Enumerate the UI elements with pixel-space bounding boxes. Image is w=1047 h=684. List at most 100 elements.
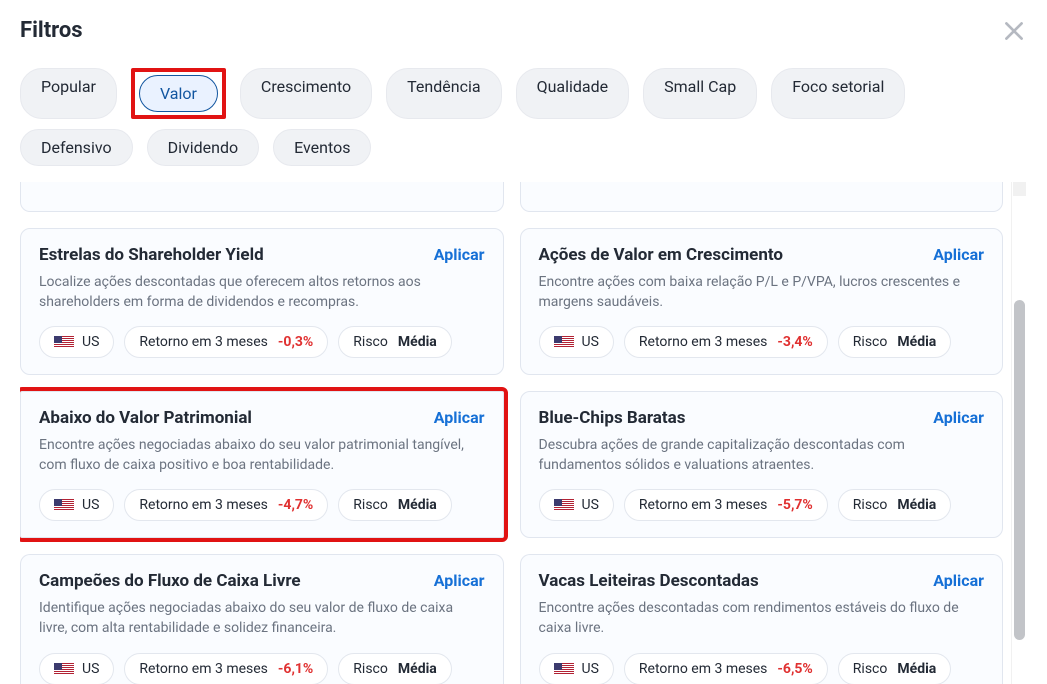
return-value: -4,7% (278, 497, 313, 513)
card-description: Localize ações descontadas que oferecem … (39, 273, 485, 312)
risk-value: Média (897, 661, 936, 677)
card-chips: US Retorno em 3 meses -5,7% Risco Média (539, 489, 985, 521)
card-chips: US Retorno em 3 meses -6,1% Risco Média (39, 653, 485, 684)
region-label: US (582, 497, 599, 513)
region-chip[interactable]: US (39, 653, 114, 684)
return-chip[interactable]: Retorno em 3 meses -3,4% (624, 326, 828, 358)
card-description: Encontre ações negociadas abaixo do seu … (39, 436, 485, 475)
tab-defensivo[interactable]: Defensivo (20, 129, 133, 166)
risk-value: Média (897, 497, 936, 513)
risk-label: Risco (353, 497, 388, 513)
return-chip[interactable]: Retorno em 3 meses -4,7% (124, 489, 328, 521)
filter-card: Blue-Chips Baratas Aplicar Descubra ações … (520, 391, 1004, 538)
return-label: Retorno em 3 meses (639, 334, 768, 350)
region-label: US (582, 661, 599, 677)
risk-chip[interactable]: Risco Média (338, 489, 451, 521)
region-label: US (582, 334, 599, 350)
filter-tabs: Popular Valor Crescimento Tendência Qualidad… (20, 68, 1027, 166)
return-chip[interactable]: Retorno em 3 meses -5,7% (624, 489, 828, 521)
tab-crescimento[interactable]: Crescimento (240, 68, 372, 119)
card-title: Blue-Chips Baratas (539, 408, 686, 428)
region-label: US (82, 497, 99, 513)
region-chip[interactable]: US (539, 326, 614, 358)
return-value: -5,7% (777, 497, 812, 513)
risk-label: Risco (353, 334, 388, 350)
filter-card: Campeões do Fluxo de Caixa Livre Aplicar I… (20, 554, 504, 684)
risk-label: Risco (853, 334, 888, 350)
region-label: US (82, 334, 99, 350)
close-button[interactable] (1001, 18, 1027, 48)
tab-foco-setorial[interactable]: Foco setorial (771, 68, 905, 119)
card-chips: US Retorno em 3 meses -6,5% RiscoMédia (539, 653, 985, 684)
return-label: Retorno em 3 meses (139, 497, 268, 513)
risk-chip[interactable]: Risco Média (338, 653, 451, 684)
apply-button[interactable]: Aplicar (434, 245, 485, 264)
apply-button[interactable]: Aplicar (434, 571, 485, 590)
return-value: -6,5% (777, 661, 812, 677)
card-title: Vacas Leiteiras Descontadas (539, 571, 759, 591)
return-chip[interactable]: Retorno em 3 meses -6,1% (124, 653, 328, 684)
apply-button[interactable]: Aplicar (434, 408, 485, 427)
risk-label: Risco (853, 497, 888, 513)
filter-card: Vacas Leiteiras Descontadas Aplicar Encont… (520, 554, 1004, 684)
filter-card: Abaixo do Valor PatrimonialAplicarEncont… (20, 391, 504, 538)
cards-grid: Estrelas do Shareholder Yield Aplicar Loca… (20, 228, 1003, 684)
region-chip[interactable]: US (539, 489, 614, 521)
tab-eventos[interactable]: Eventos (273, 129, 371, 166)
card-description: Descubra ações de grande capitalização d… (539, 436, 985, 475)
tab-qualidade[interactable]: Qualidade (516, 68, 630, 119)
us-flag-icon (554, 663, 574, 675)
card-chips: US Retorno em 3 meses -3,4% Risco Média (539, 326, 985, 358)
apply-button[interactable]: Aplicar (933, 245, 984, 264)
us-flag-icon (54, 663, 74, 675)
scrollbar[interactable] (1011, 182, 1027, 684)
tab-dividendo[interactable]: Dividendo (147, 129, 260, 166)
return-label: Retorno em 3 meses (639, 497, 768, 513)
region-label: US (82, 661, 99, 677)
card-title: Campeões do Fluxo de Caixa Livre (39, 571, 301, 591)
region-chip[interactable]: US (39, 326, 114, 358)
return-value: -3,4% (777, 334, 812, 350)
us-flag-icon (54, 499, 74, 511)
return-label: Retorno em 3 meses (639, 661, 768, 677)
us-flag-icon (554, 499, 574, 511)
return-value: -0,3% (278, 334, 313, 350)
region-chip[interactable]: US (39, 489, 114, 521)
filter-card: Estrelas do Shareholder Yield Aplicar Loca… (20, 228, 504, 375)
apply-button[interactable]: Aplicar (933, 571, 984, 590)
card-cutoff (520, 182, 1004, 212)
return-chip[interactable]: Retorno em 3 meses -6,5% (624, 653, 828, 684)
risk-chip[interactable]: Risco Média (338, 326, 451, 358)
apply-button[interactable]: Aplicar (933, 408, 984, 427)
risk-chip[interactable]: RiscoMédia (838, 653, 951, 684)
page-title: Filtros (20, 18, 83, 43)
tab-popular[interactable]: Popular (20, 68, 117, 119)
risk-value: Média (398, 661, 437, 677)
return-label: Retorno em 3 meses (139, 661, 268, 677)
return-chip[interactable]: Retorno em 3 meses-0,3% (124, 326, 328, 358)
card-title: Ações de Valor em Crescimento (539, 245, 784, 265)
risk-value: Média (398, 334, 437, 350)
risk-chip[interactable]: Risco Média (838, 326, 951, 358)
return-value: -6,1% (278, 661, 313, 677)
risk-value: Média (398, 497, 437, 513)
card-description: Identifique ações negociadas abaixo do s… (39, 599, 485, 638)
tab-tendência[interactable]: Tendência (386, 68, 501, 119)
risk-value: Média (897, 334, 936, 350)
card-chips: US Retorno em 3 meses-0,3% Risco Média (39, 326, 485, 358)
card-description: Encontre ações descontadas com rendiment… (539, 599, 985, 638)
filter-card: Ações de Valor em Crescimento Aplicar Enco… (520, 228, 1004, 375)
tab-valor[interactable]: Valor (139, 75, 218, 112)
card-title: Estrelas do Shareholder Yield (39, 245, 264, 265)
card-description: Encontre ações com baixa relação P/L e P… (539, 273, 985, 312)
tab-small-cap[interactable]: Small Cap (643, 68, 757, 119)
tab-highlight: Valor (131, 68, 226, 119)
card-cutoff (20, 182, 504, 212)
us-flag-icon (54, 336, 74, 348)
us-flag-icon (554, 336, 574, 348)
scroll-thumb[interactable] (1014, 300, 1025, 640)
region-chip[interactable]: US (539, 653, 614, 684)
risk-label: Risco (353, 661, 388, 677)
card-chips: US Retorno em 3 meses -4,7% Risco Média (39, 489, 485, 521)
risk-chip[interactable]: Risco Média (838, 489, 951, 521)
